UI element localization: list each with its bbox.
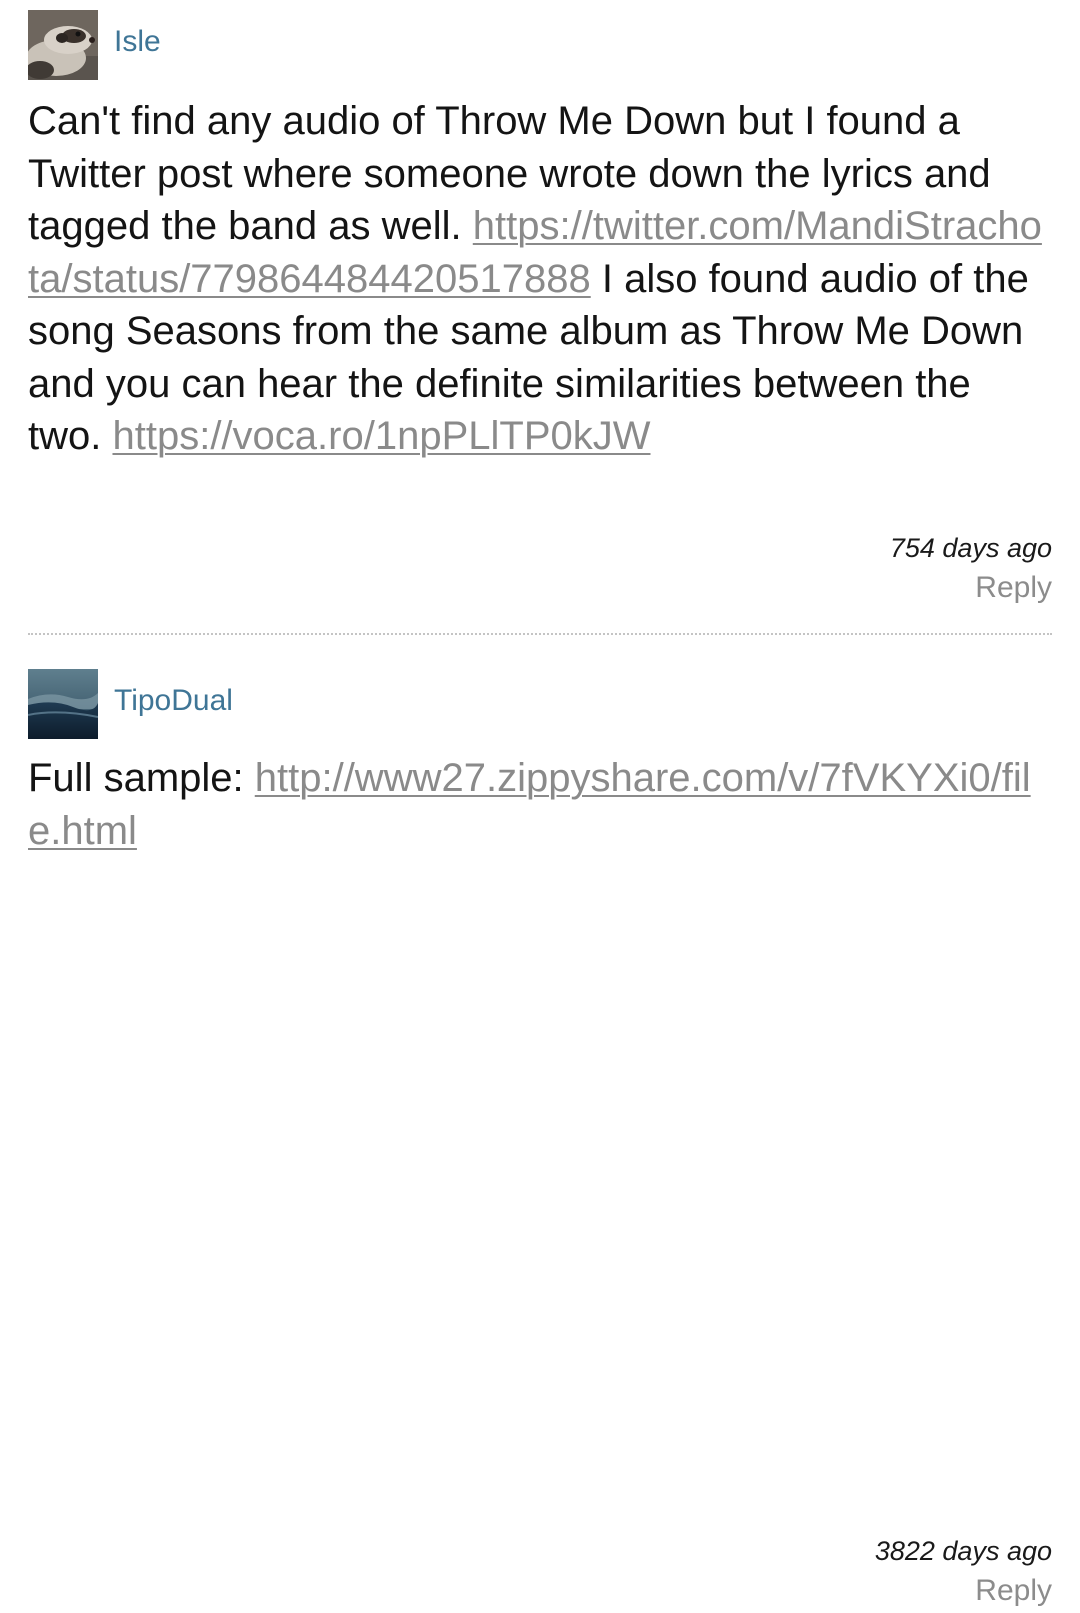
comment-username[interactable]: TipoDual <box>114 683 233 719</box>
comment-meta: 3822 days ago Reply <box>875 1533 1052 1613</box>
comment-body: Can't find any audio of Throw Me Down bu… <box>28 95 1052 463</box>
reply-button[interactable]: Reply <box>875 1569 1052 1613</box>
user-avatar[interactable] <box>28 10 98 80</box>
comment-timestamp: 3822 days ago <box>874 1536 1052 1566</box>
ferret-avatar-icon <box>28 10 98 80</box>
reply-button[interactable]: Reply <box>890 566 1052 610</box>
comment-body: Full sample: http://www27.zippyshare.com… <box>28 752 1052 857</box>
user-avatar[interactable] <box>28 669 98 739</box>
comment-divider <box>28 633 1052 635</box>
comment-meta: 754 days ago Reply <box>890 530 1052 610</box>
vocaroo-link[interactable]: https://voca.ro/1npPLlTP0kJW <box>112 414 650 458</box>
comment-timestamp: 754 days ago <box>889 533 1052 563</box>
landscape-avatar-icon <box>28 669 98 739</box>
comment-username[interactable]: Isle <box>114 24 161 60</box>
comment-text: Full sample: <box>28 756 255 800</box>
